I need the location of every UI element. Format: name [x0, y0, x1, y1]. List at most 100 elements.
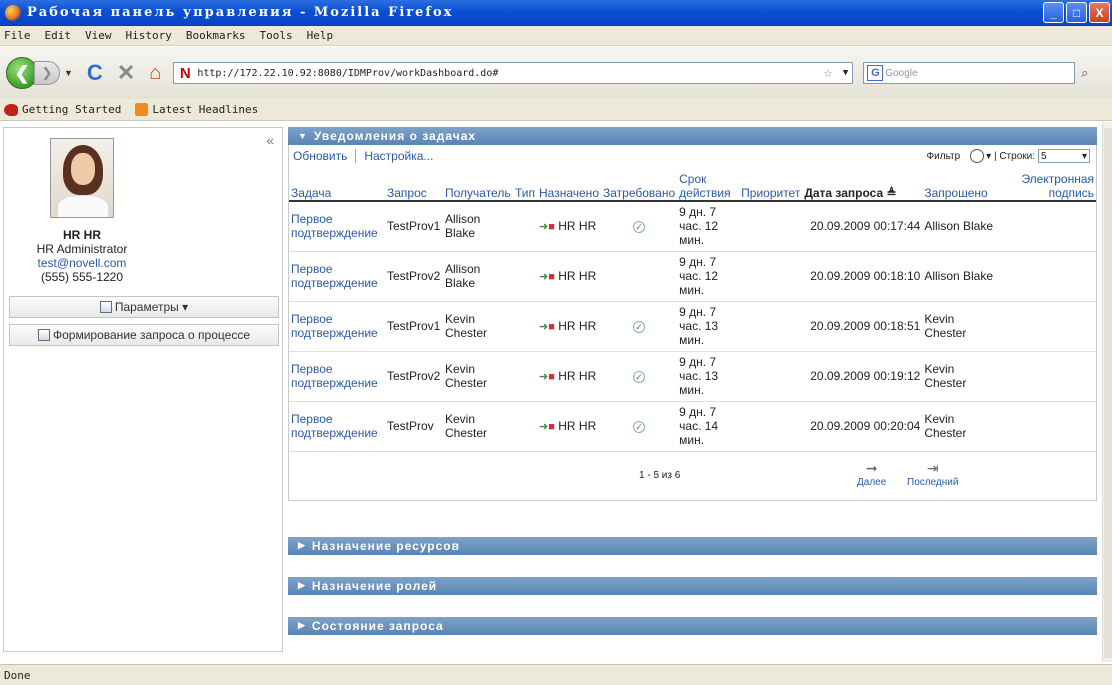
parameters-button[interactable]: Параметры ▾: [9, 296, 279, 318]
url-dropdown-icon[interactable]: ▼: [843, 68, 848, 78]
claimed-cell: ✓: [601, 401, 678, 452]
settings-link[interactable]: Настройка...: [364, 149, 441, 163]
signature-cell: [996, 251, 1096, 302]
user-email-link[interactable]: test@novell.com: [4, 256, 160, 270]
firefox-bookmark-icon: [4, 103, 18, 116]
assign-user-icon: ➜■: [539, 220, 555, 233]
maximize-button[interactable]: □: [1066, 2, 1087, 23]
request-status-header[interactable]: ▶ Состояние запроса: [288, 616, 1097, 635]
type-cell: [513, 251, 538, 302]
menu-history[interactable]: History: [126, 29, 172, 42]
col-type[interactable]: Тип: [513, 167, 538, 202]
table-row[interactable]: Первое подтверждение TestProv Kevin Cheste…: [289, 401, 1096, 452]
request-cell: TestProv2: [385, 351, 443, 402]
due-cell: 9 дн. 7 час. 12 мин.: [677, 251, 740, 302]
refresh-link[interactable]: Обновить: [293, 149, 355, 163]
resource-assignment-header[interactable]: ▶ Назначение ресурсов: [288, 536, 1097, 555]
col-signature[interactable]: Электронная подпись: [996, 167, 1096, 202]
section-title: Состояние запроса: [311, 618, 444, 633]
tasks-section-header[interactable]: ▼ Уведомления о задачах: [288, 127, 1097, 145]
pager: 1 - 5 из 6 ➞ Далее ⇥ Последний: [289, 452, 1096, 500]
rows-select[interactable]: 5 ▾: [1038, 149, 1090, 163]
minimize-button[interactable]: _: [1043, 2, 1064, 23]
bookmark-star-icon[interactable]: ☆: [824, 65, 832, 81]
table-row[interactable]: Первое подтверждение TestProv2 Kevin Chest…: [289, 351, 1096, 402]
navigation-toolbar: ❮ ❯ ▼ C ✕ ⌂ N http://172.22.10.92:8080/I…: [0, 47, 1112, 99]
requested-by-cell: Allison Blake: [922, 201, 997, 252]
col-request-date[interactable]: Дата запроса ≜: [802, 167, 923, 202]
task-link[interactable]: Первое подтверждение: [289, 201, 385, 252]
filter-link[interactable]: Фильтр: [927, 151, 961, 162]
collapse-panel-icon[interactable]: «: [266, 132, 274, 148]
task-link[interactable]: Первое подтверждение: [289, 401, 385, 452]
request-cell: TestProv2: [385, 251, 443, 302]
col-assigned[interactable]: Назначено: [537, 167, 601, 202]
col-recipient[interactable]: Получатель: [443, 167, 513, 202]
col-claimed[interactable]: Затребовано: [601, 167, 678, 202]
task-link[interactable]: Первое подтверждение: [289, 251, 385, 302]
bookmark-label: Getting Started: [22, 103, 122, 116]
request-date-cell: 20.09.2009 00:20:04: [802, 401, 923, 452]
due-cell: 9 дн. 7 час. 13 мин.: [677, 301, 740, 352]
request-date-cell: 20.09.2009 00:19:12: [802, 351, 923, 402]
firefox-icon: [5, 4, 21, 21]
menu-edit[interactable]: Edit: [45, 29, 72, 42]
type-cell: [513, 401, 538, 452]
col-priority[interactable]: Приоритет: [739, 167, 803, 202]
column-chooser-icon[interactable]: [970, 149, 985, 163]
expand-triangle-icon: ▶: [298, 580, 306, 590]
search-icon[interactable]: ⌕: [1081, 65, 1088, 81]
forward-icon[interactable]: ❯: [34, 61, 60, 85]
parameters-icon: [99, 301, 112, 313]
col-requested-by[interactable]: Запрошено: [922, 167, 997, 202]
next-page-button[interactable]: ➞ Далее: [857, 460, 886, 488]
menu-view[interactable]: View: [85, 29, 112, 42]
col-task[interactable]: Задача: [289, 167, 385, 202]
process-request-button[interactable]: Формирование запроса о процессе: [9, 324, 279, 346]
claimed-cell: ✓: [601, 351, 678, 402]
assigned-cell: ➜■ HR HR: [537, 401, 601, 452]
stop-icon[interactable]: ✕: [117, 60, 135, 86]
menu-bookmarks[interactable]: Bookmarks: [186, 29, 246, 42]
reload-icon[interactable]: C: [87, 60, 103, 86]
request-date-cell: 20.09.2009 00:18:10: [802, 251, 923, 302]
table-row[interactable]: Первое подтверждение TestProv1 Kevin Chest…: [289, 301, 1096, 352]
google-icon[interactable]: G: [867, 65, 884, 81]
menu-tools[interactable]: Tools: [259, 29, 292, 42]
bookmark-getting-started[interactable]: Getting Started: [4, 103, 121, 116]
bookmark-latest-headlines[interactable]: Latest Headlines: [135, 103, 258, 116]
assigned-name: HR HR: [558, 218, 597, 233]
assigned-name: HR HR: [558, 318, 597, 333]
parameters-label: Параметры: [114, 300, 179, 314]
menu-help[interactable]: Help: [307, 29, 334, 42]
search-box[interactable]: G Google ⌕: [863, 62, 1088, 84]
user-photo: [50, 138, 114, 218]
url-bar[interactable]: N http://172.22.10.92:8080/IDMProv/workD…: [173, 62, 854, 84]
col-due[interactable]: Срок действия: [677, 167, 740, 202]
task-link[interactable]: Первое подтверждение: [289, 351, 385, 402]
requested-by-cell: Allison Blake: [922, 251, 997, 302]
url-text: http://172.22.10.92:8080/IDMProv/workDas…: [197, 67, 499, 79]
priority-cell: [739, 301, 803, 352]
role-assignment-header[interactable]: ▶ Назначение ролей: [288, 576, 1097, 595]
request-date-cell: 20.09.2009 00:18:51: [802, 301, 923, 352]
vertical-scrollbar[interactable]: [1102, 122, 1112, 662]
close-button[interactable]: X: [1089, 2, 1110, 23]
request-cell: TestProv1: [385, 301, 443, 352]
signature-cell: [996, 201, 1096, 252]
next-label: Далее: [857, 476, 887, 488]
task-link[interactable]: Первое подтверждение: [289, 301, 385, 352]
rss-icon: [135, 103, 149, 116]
home-icon[interactable]: ⌂: [149, 62, 161, 85]
requested-by-cell: Kevin Chester: [922, 401, 997, 452]
table-row[interactable]: Первое подтверждение TestProv1 Allison Bla…: [289, 201, 1096, 252]
last-page-button[interactable]: ⇥ Последний: [907, 460, 958, 488]
tasks-table: Задача Запрос Получатель Тип Назначено З…: [289, 167, 1096, 452]
col-request[interactable]: Запрос: [385, 167, 443, 202]
history-dropdown-icon[interactable]: ▼: [64, 68, 73, 78]
table-row[interactable]: Первое подтверждение TestProv2 Allison Bla…: [289, 251, 1096, 302]
requested-by-cell: Kevin Chester: [922, 351, 997, 402]
chevron-down-icon: ▾: [1081, 150, 1087, 162]
user-role: HR Administrator: [36, 242, 128, 256]
menu-file[interactable]: File: [4, 29, 31, 42]
